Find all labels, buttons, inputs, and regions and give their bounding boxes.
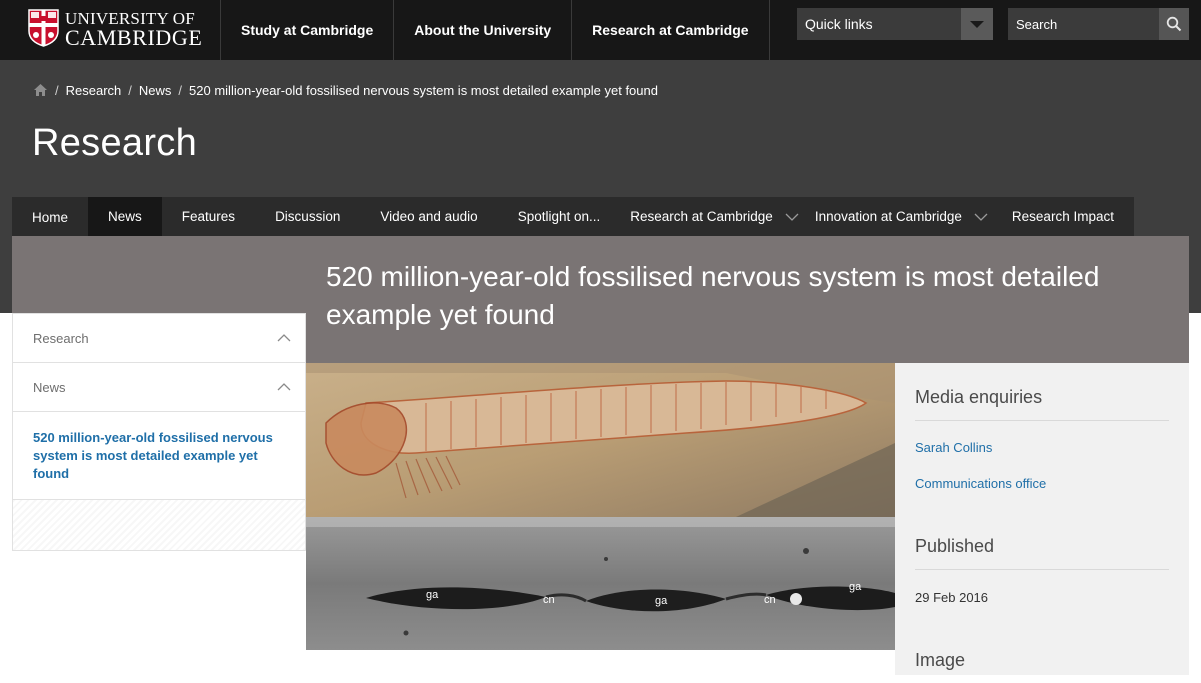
tab-spotlight-on[interactable]: Spotlight on... [498,197,621,236]
quick-links-dropdown[interactable]: Quick links [797,8,993,40]
crest-icon [28,9,59,47]
tab-news[interactable]: News [88,197,162,236]
tab-research-impact[interactable]: Research Impact [994,197,1134,236]
nav-study-at-cambridge[interactable]: Study at Cambridge [220,0,393,60]
published-date: 29 Feb 2016 [915,590,989,605]
sidebar-item-label: News [33,379,66,395]
tab-features[interactable]: Features [162,197,255,236]
breadcrumb-separator: / [55,82,59,98]
chevron-down-icon[interactable] [961,8,993,40]
sidebar-item-research[interactable]: Research [13,314,305,363]
search-box [1008,8,1189,40]
sidebar-pattern [13,500,305,550]
logo-line-2: CAMBRIDGE [65,25,203,50]
tab-video-and-audio[interactable]: Video and audio [360,197,497,236]
nav-research-at-cambridge[interactable]: Research at Cambridge [571,0,770,60]
image-label: ga [849,581,862,593]
top-navigation: Study at Cambridge About the University … [220,0,770,60]
breadcrumb-current: 520 million-year-old fossilised nervous … [189,82,658,98]
contact-org-link[interactable]: Communications office [915,476,1046,491]
published-heading: Published [915,536,1169,570]
breadcrumb: / Research / News / 520 million-year-old… [33,81,658,99]
breadcrumb-separator: / [178,82,183,98]
nav-filler [1133,197,1189,236]
breadcrumb-separator: / [128,82,132,98]
breadcrumb-news[interactable]: News [139,83,172,98]
quick-links-label: Quick links [805,16,873,32]
tab-research-at-cambridge[interactable]: Research at Cambridge [620,197,793,236]
site-header: UNIVERSITY OF CAMBRIDGE Study at Cambrid… [0,0,1201,60]
tab-innovation-at-cambridge[interactable]: Innovation at Cambridge [805,197,982,236]
logo-wordmark: UNIVERSITY OF CAMBRIDGE [65,9,203,50]
fossil-image: ga cn ga cn ga [306,363,895,650]
contact-name-link[interactable]: Sarah Collins [915,440,992,455]
breadcrumb-research[interactable]: Research [66,83,122,98]
tab-discussion[interactable]: Discussion [255,197,360,236]
search-icon [1166,16,1182,32]
section-navigation: Home News Features Discussion Video and … [12,197,1189,236]
article-title: 520 million-year-old fossilised nervous … [326,261,1100,330]
search-input[interactable] [1008,8,1156,40]
chevron-up-icon[interactable] [277,383,291,391]
sidebar-item-news[interactable]: News [13,363,305,412]
page-title: Research [32,122,198,164]
media-enquiries-heading: Media enquiries [915,387,1169,421]
university-logo[interactable]: UNIVERSITY OF CAMBRIDGE [28,8,203,50]
chevron-up-icon[interactable] [277,334,291,342]
image-label: ga [426,589,439,601]
article-info-panel: Media enquiries Sarah Collins Communicat… [895,363,1189,675]
image-label: cn [764,594,776,606]
nav-about-the-university[interactable]: About the University [393,0,571,60]
sidebar-item-current-article[interactable]: 520 million-year-old fossilised nervous … [13,412,305,500]
image-heading: Image [915,650,966,670]
sidebar-item-label: Research [33,330,89,346]
sidebar-navigation: Research News 520 million-year-old fossi… [12,313,306,551]
home-icon[interactable] [33,83,48,97]
image-label: cn [543,594,555,606]
search-button[interactable] [1159,8,1189,40]
tab-home[interactable]: Home [12,197,88,236]
image-label: ga [655,595,668,607]
